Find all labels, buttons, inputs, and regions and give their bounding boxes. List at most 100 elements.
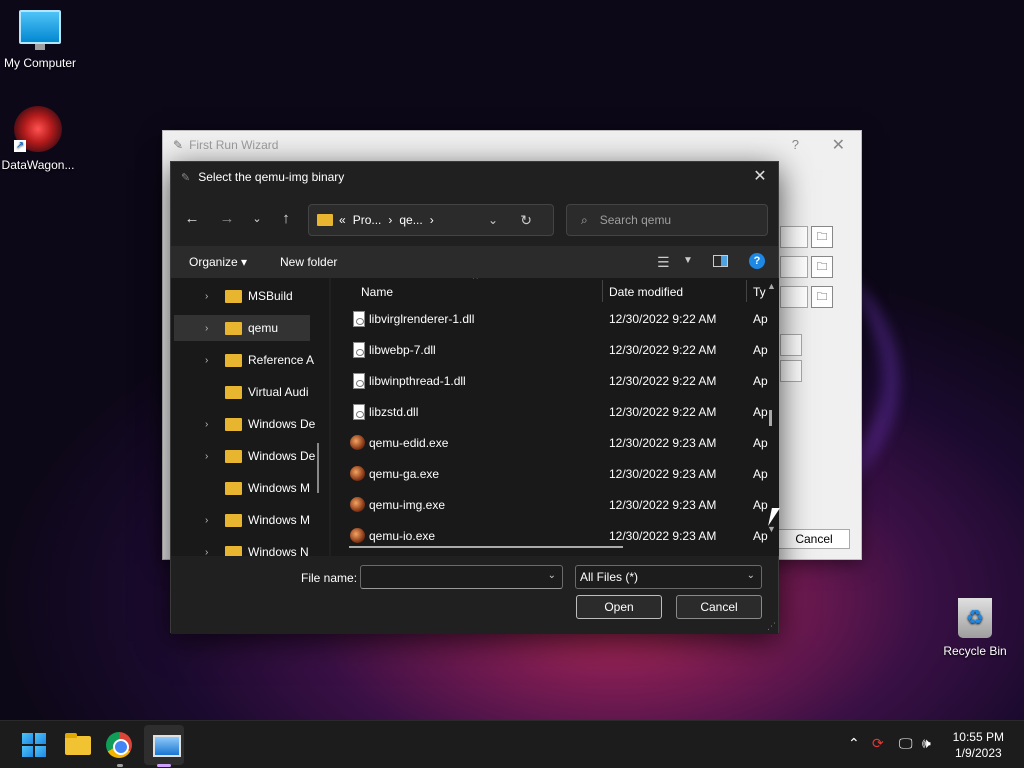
- column-header-name[interactable]: Name: [361, 285, 393, 299]
- chevron-right-icon[interactable]: ›: [205, 451, 217, 462]
- chevron-right-icon[interactable]: ›: [205, 515, 217, 526]
- navigation-bar: ← → ⌄ ↑ « Pro... › qe... › ⌄ ↻ ⌕ Search …: [171, 192, 778, 246]
- tree-item-reference[interactable]: › Reference A: [171, 347, 321, 373]
- file-name: libwebp-7.dll: [369, 343, 436, 357]
- recent-chevron-down-icon[interactable]: ⌄: [246, 209, 268, 229]
- column-header-date[interactable]: Date modified: [609, 285, 683, 299]
- wizard-close-button[interactable]: ✕: [832, 135, 845, 155]
- open-button[interactable]: Open: [576, 595, 662, 619]
- cancel-button[interactable]: Cancel: [676, 595, 762, 619]
- folder-icon: [225, 513, 242, 527]
- file-row[interactable]: qemu-img.exe 12/30/2022 9:23 AM Ap: [331, 490, 768, 521]
- dialog-close-button[interactable]: ✕: [748, 165, 772, 189]
- horizontal-scrollbar-thumb[interactable]: [349, 546, 623, 548]
- tree-item-virtual-audio[interactable]: Virtual Audi: [171, 379, 321, 405]
- qemu-exe-icon: [350, 466, 365, 481]
- folder-browse-icon[interactable]: 🗀: [811, 226, 833, 248]
- chevron-right-icon[interactable]: ›: [205, 419, 217, 430]
- folder-browse-icon[interactable]: 🗀: [811, 256, 833, 278]
- wizard-dropdown[interactable]: [780, 334, 802, 356]
- wizard-path-field[interactable]: [780, 226, 808, 248]
- file-list-header: ^ Name Date modified Ty: [331, 278, 779, 304]
- chevron-right-icon[interactable]: ›: [205, 323, 217, 334]
- forward-arrow-icon[interactable]: →: [216, 209, 238, 229]
- preview-pane-icon[interactable]: [713, 255, 728, 267]
- tree-item-msbuild[interactable]: › MSBuild: [171, 283, 321, 309]
- file-date: 12/30/2022 9:22 AM: [609, 312, 717, 326]
- file-date: 12/30/2022 9:22 AM: [609, 405, 717, 419]
- resize-grip-icon[interactable]: ⋰: [767, 621, 776, 632]
- back-arrow-icon[interactable]: ←: [181, 209, 203, 229]
- desktop-icon-datawagon[interactable]: ↗ DataWagon...: [0, 106, 78, 172]
- up-arrow-icon[interactable]: ↑: [275, 209, 297, 229]
- wizard-path-field[interactable]: [780, 256, 808, 278]
- running-indicator: [117, 764, 123, 767]
- wizard-spinner[interactable]: [780, 360, 802, 382]
- view-details-icon[interactable]: ☰: [657, 254, 670, 271]
- tree-item-label: Windows M: [248, 481, 311, 495]
- tree-item-label: Virtual Audi: [248, 385, 309, 399]
- file-row[interactable]: qemu-ga.exe 12/30/2022 9:23 AM Ap: [331, 459, 768, 490]
- desktop-icon-recycle-bin[interactable]: ♻ Recycle Bin: [935, 598, 1015, 658]
- qemu-manager-icon[interactable]: [150, 729, 182, 761]
- network-icon[interactable]: 🖵: [899, 735, 913, 752]
- dialog-titlebar: ✎ Select the qemu-img binary: [171, 162, 778, 192]
- clock[interactable]: 10:55 PM 1/9/2023: [953, 729, 1004, 761]
- wizard-titlebar: ✎ First Run Wizard: [163, 131, 861, 159]
- file-row[interactable]: libzstd.dll 12/30/2022 9:22 AM Ap: [331, 397, 768, 428]
- help-icon[interactable]: ?: [749, 253, 765, 269]
- volume-icon[interactable]: 🕪: [922, 735, 931, 752]
- tree-scrollbar[interactable]: [317, 443, 319, 493]
- file-type-select[interactable]: All Files (*) ⌄: [575, 565, 762, 589]
- chevron-down-icon[interactable]: ⌄: [747, 570, 755, 581]
- chevron-right-icon[interactable]: ›: [205, 547, 217, 557]
- address-history-chevron-icon[interactable]: ⌄: [488, 213, 498, 227]
- tree-item-label: MSBuild: [248, 289, 293, 303]
- desktop-icon-my-computer[interactable]: My Computer: [0, 10, 80, 70]
- new-folder-button[interactable]: New folder: [280, 255, 337, 269]
- breadcrumb-segment[interactable]: Pro...: [353, 213, 382, 227]
- tree-item-label: qemu: [248, 321, 279, 335]
- organize-button[interactable]: Organize ▾: [189, 255, 247, 269]
- column-header-type[interactable]: Ty: [753, 285, 766, 299]
- file-name-label: File name:: [301, 571, 358, 585]
- start-icon[interactable]: [18, 729, 50, 761]
- file-name: qemu-io.exe: [369, 529, 436, 543]
- breadcrumb-overflow[interactable]: «: [339, 213, 346, 227]
- tree-item-qemu[interactable]: › qemu: [174, 315, 310, 341]
- breadcrumb-segment[interactable]: qe...: [399, 213, 422, 227]
- file-row[interactable]: libwinpthread-1.dll 12/30/2022 9:22 AM Ap: [331, 366, 768, 397]
- search-box[interactable]: ⌕ Search qemu: [566, 204, 768, 236]
- view-options-chevron-icon[interactable]: ▼: [683, 255, 693, 266]
- vertical-scrollbar-thumb[interactable]: [769, 410, 772, 426]
- file-explorer-icon[interactable]: [62, 729, 94, 761]
- file-type: Ap: [753, 405, 768, 419]
- column-divider[interactable]: [602, 280, 603, 302]
- tree-item-windows-de[interactable]: › Windows De: [171, 443, 321, 469]
- file-row[interactable]: libvirglrenderer-1.dll 12/30/2022 9:22 AM…: [331, 304, 768, 335]
- tree-item-windows-n[interactable]: › Windows N: [171, 539, 321, 556]
- tree-item-windows-m[interactable]: Windows M: [171, 475, 321, 501]
- wizard-help-button[interactable]: ?: [792, 137, 799, 152]
- sync-alert-icon[interactable]: ⟳: [872, 735, 884, 752]
- chevron-down-icon[interactable]: ⌄: [548, 570, 556, 581]
- file-date: 12/30/2022 9:23 AM: [609, 529, 717, 543]
- tree-item-label: Windows N: [248, 545, 309, 556]
- file-row[interactable]: qemu-edid.exe 12/30/2022 9:23 AM Ap: [331, 428, 768, 459]
- chevron-right-icon[interactable]: ›: [205, 291, 217, 302]
- monitor-icon: [19, 10, 61, 50]
- address-bar[interactable]: « Pro... › qe... › ⌄ ↻: [308, 204, 554, 236]
- chrome-icon[interactable]: [106, 732, 132, 758]
- file-row[interactable]: libwebp-7.dll 12/30/2022 9:22 AM Ap: [331, 335, 768, 366]
- scroll-up-arrow-icon[interactable]: ▲: [767, 281, 776, 291]
- tree-item-windows-de[interactable]: › Windows De: [171, 411, 321, 437]
- column-divider[interactable]: [746, 280, 747, 302]
- refresh-icon[interactable]: ↻: [520, 212, 532, 229]
- wizard-path-field[interactable]: [780, 286, 808, 308]
- chevron-up-icon[interactable]: ⌃: [848, 735, 860, 752]
- file-name-input[interactable]: ⌄: [360, 565, 563, 589]
- folder-browse-icon[interactable]: 🗀: [811, 286, 833, 308]
- chevron-right-icon[interactable]: ›: [205, 355, 217, 366]
- tree-item-windows-m[interactable]: › Windows M: [171, 507, 321, 533]
- wizard-cancel-button[interactable]: Cancel: [778, 529, 850, 549]
